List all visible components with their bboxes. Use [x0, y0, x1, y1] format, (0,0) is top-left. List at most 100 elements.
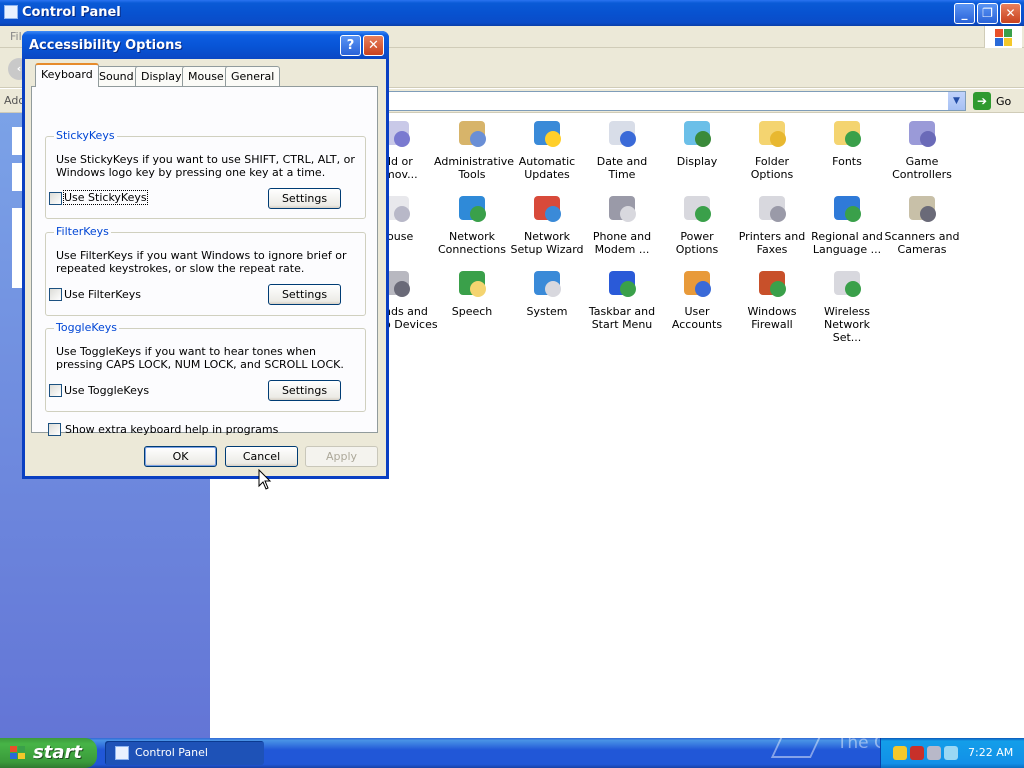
cp-item-wireless-network-setup[interactable]: Wireless Network Set... — [809, 267, 885, 344]
chevron-down-icon[interactable]: ▼ — [948, 92, 965, 110]
cp-item-scanners-and-cameras[interactable]: Scanners and Cameras — [884, 192, 960, 256]
go-button[interactable]: ➔ Go — [972, 91, 1020, 111]
tab-mouse[interactable]: Mouse — [182, 66, 230, 86]
group-title: FilterKeys — [54, 225, 111, 238]
dialog-title: Accessibility Options — [29, 38, 183, 53]
cp-item-windows-firewall[interactable]: Windows Firewall — [734, 267, 810, 331]
filterkeys-checkbox[interactable] — [49, 288, 62, 301]
cp-item-label: Taskbar and Start Menu — [588, 305, 656, 331]
clock[interactable]: 7:22 AM — [968, 746, 1013, 759]
taskbar-and-start-menu-icon — [606, 267, 638, 299]
wireless-network-setup-icon — [831, 267, 863, 299]
cp-item-label: Fonts — [832, 155, 862, 168]
taskbar-item-control-panel[interactable]: Control Panel — [105, 741, 264, 765]
dialog-body: Keyboard Sound Display Mouse General Sti… — [25, 59, 386, 476]
cp-item-taskbar-and-start-menu[interactable]: Taskbar and Start Menu — [584, 267, 660, 331]
windows-logo-icon — [984, 26, 1022, 48]
togglekeys-group: ToggleKeys Use ToggleKeys if you want to… — [45, 321, 366, 412]
cp-item-label: Automatic Updates — [518, 155, 576, 181]
cp-item-user-accounts[interactable]: User Accounts — [659, 267, 735, 331]
automatic-updates-icon — [531, 117, 563, 149]
taskbar: start Control Panel The Collection Book … — [0, 733, 1024, 768]
togglekeys-checkbox[interactable] — [49, 384, 62, 397]
cp-item-label: Network Connections — [438, 230, 506, 256]
cp-item-automatic-updates[interactable]: Automatic Updates — [509, 117, 585, 181]
ok-button[interactable]: OK — [144, 446, 217, 467]
stickykeys-checkbox[interactable] — [49, 192, 62, 205]
tab-sound[interactable]: Sound — [93, 66, 140, 86]
cp-item-date-and-time[interactable]: Date and Time — [584, 117, 660, 181]
display-icon — [681, 117, 713, 149]
cp-item-phone-and-modem[interactable]: Phone and Modem ... — [584, 192, 660, 256]
extra-keyboard-help-label[interactable]: Show extra keyboard help in programs — [65, 423, 278, 436]
cp-item-fonts[interactable]: Fonts — [809, 117, 885, 168]
cp-item-printers-and-faxes[interactable]: Printers and Faxes — [734, 192, 810, 256]
filterkeys-checkbox-label[interactable]: Use FilterKeys — [64, 288, 141, 301]
cp-item-label: Administrative Tools — [434, 155, 515, 181]
tab-general[interactable]: General — [225, 66, 281, 86]
control-panel-titlebar: Control Panel _ ❐ ✕ — [0, 0, 1024, 26]
cp-item-folder-options[interactable]: Folder Options — [734, 117, 810, 181]
windows-firewall-icon — [756, 267, 788, 299]
tab-display[interactable]: Display — [135, 66, 188, 86]
scanners-and-cameras-icon — [906, 192, 938, 224]
book-icon — [770, 736, 822, 758]
stickykeys-group: StickyKeys Use StickyKeys if you want to… — [45, 129, 366, 219]
cp-item-game-controllers[interactable]: Game Controllers — [884, 117, 960, 181]
control-panel-icon — [115, 746, 129, 760]
group-description: Use FilterKeys if you want Windows to ig… — [56, 249, 347, 275]
close-icon[interactable]: ✕ — [363, 35, 384, 56]
control-panel-title: Control Panel — [22, 5, 121, 20]
cp-item-network-setup-wizard[interactable]: Network Setup Wizard — [509, 192, 585, 256]
cp-item-label: Wireless Network Set... — [823, 305, 871, 344]
cp-item-label: Regional and Language ... — [811, 230, 883, 256]
dialog-titlebar[interactable]: Accessibility Options ? ✕ — [22, 31, 389, 59]
menu-file[interactable]: Fil — [10, 30, 22, 43]
cp-item-network-connections[interactable]: Network Connections — [434, 192, 510, 256]
apply-button[interactable]: Apply — [305, 446, 378, 467]
cp-item-label: Game Controllers — [892, 155, 952, 181]
cp-item-regional-and-language[interactable]: Regional and Language ... — [809, 192, 885, 256]
extra-keyboard-help-checkbox[interactable] — [48, 423, 61, 436]
filterkeys-group: FilterKeys Use FilterKeys if you want Wi… — [45, 225, 366, 316]
cp-item-display[interactable]: Display — [659, 117, 735, 168]
help-icon[interactable]: ? — [340, 35, 361, 56]
cancel-button[interactable]: Cancel — [225, 446, 298, 467]
start-button[interactable]: start — [0, 738, 97, 768]
cp-item-power-options[interactable]: Power Options — [659, 192, 735, 256]
cp-item-label: Display — [676, 155, 718, 168]
system-tray: 7:22 AM — [880, 738, 1024, 768]
cp-item-label: Network Setup Wizard — [510, 230, 584, 256]
tray-network-icon[interactable] — [893, 746, 907, 760]
cp-item-administrative-tools[interactable]: Administrative Tools — [434, 117, 515, 181]
taskbar-item-label: Control Panel — [135, 746, 208, 759]
group-description: Use StickyKeys if you want to use SHIFT,… — [56, 153, 355, 179]
security-shield-icon[interactable] — [910, 746, 924, 760]
volume-icon[interactable] — [927, 746, 941, 760]
filterkeys-settings-button[interactable]: Settings — [268, 284, 341, 305]
system-icon — [531, 267, 563, 299]
close-window-icon[interactable]: ✕ — [1000, 3, 1021, 24]
keyboard-tab-panel: StickyKeys Use StickyKeys if you want to… — [31, 86, 378, 436]
restore-icon[interactable]: ❐ — [977, 3, 998, 24]
date-and-time-icon — [606, 117, 638, 149]
cp-item-label: Phone and Modem ... — [592, 230, 652, 256]
cp-item-label: Windows Firewall — [747, 305, 797, 331]
game-controllers-icon — [906, 117, 938, 149]
stickykeys-checkbox-label[interactable]: Use StickyKeys — [63, 190, 148, 205]
network-setup-wizard-icon — [531, 192, 563, 224]
group-title: StickyKeys — [54, 129, 117, 142]
group-description: Use ToggleKeys if you want to hear tones… — [56, 345, 344, 371]
power-options-icon — [681, 192, 713, 224]
cp-item-label: Date and Time — [596, 155, 648, 181]
togglekeys-checkbox-label[interactable]: Use ToggleKeys — [64, 384, 149, 397]
togglekeys-settings-button[interactable]: Settings — [268, 380, 341, 401]
tray-monitor-icon[interactable] — [944, 746, 958, 760]
cp-item-speech[interactable]: Speech — [434, 267, 510, 318]
stickykeys-settings-button[interactable]: Settings — [268, 188, 341, 209]
minimize-icon[interactable]: _ — [954, 3, 975, 24]
control-panel-icon — [4, 5, 18, 19]
folder-options-icon — [756, 117, 788, 149]
cp-item-system[interactable]: System — [509, 267, 585, 318]
tab-keyboard[interactable]: Keyboard — [35, 63, 99, 87]
